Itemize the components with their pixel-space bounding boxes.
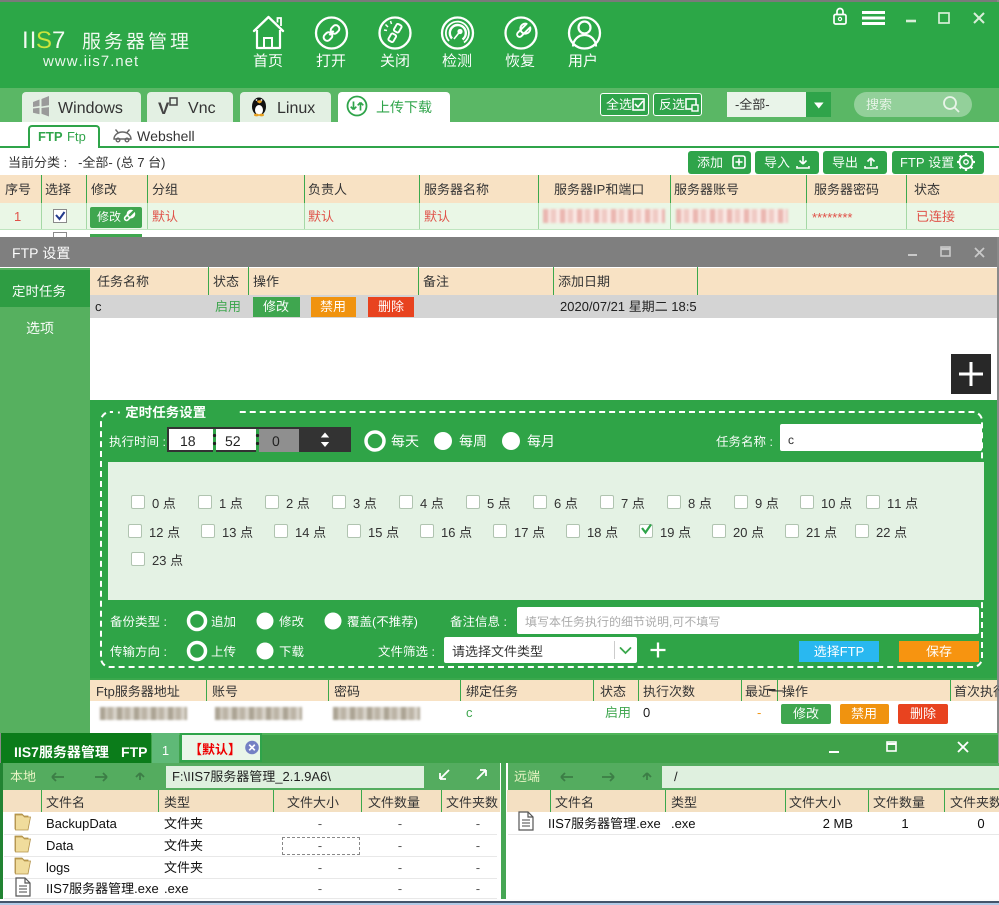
svg-text:V: V <box>158 99 170 118</box>
